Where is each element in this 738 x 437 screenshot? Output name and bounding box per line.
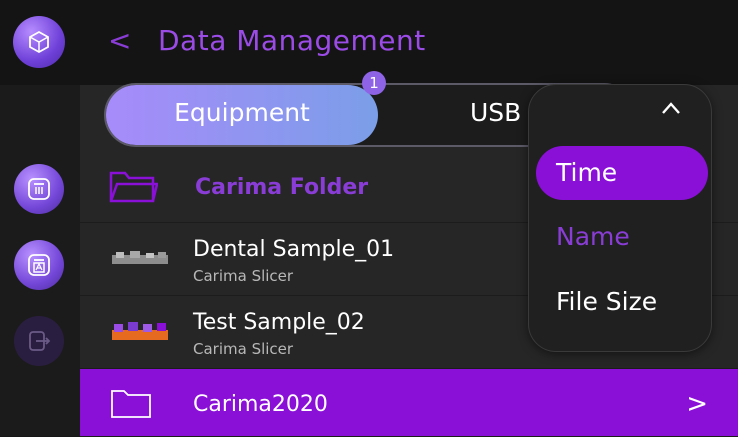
tab-usb[interactable]: USB <box>470 98 521 127</box>
trash-icon <box>28 178 50 200</box>
file-name: Carima Folder <box>195 175 369 200</box>
folder-icon <box>111 390 151 418</box>
file-source: Carima Slicer <box>193 340 294 358</box>
tab-equipment-label: Equipment <box>174 98 310 127</box>
chevron-up-icon[interactable] <box>660 100 682 116</box>
delete-button[interactable] <box>14 164 64 214</box>
sort-option-time[interactable]: Time <box>536 146 708 200</box>
sort-option-file-size[interactable]: File Size <box>536 275 708 329</box>
list-item[interactable]: Carima2020 > <box>80 369 738 437</box>
delete-all-button[interactable] <box>14 240 64 290</box>
chevron-left-icon[interactable]: < <box>108 24 131 57</box>
folder-icon <box>109 171 158 203</box>
file-source: Carima Slicer <box>193 267 294 285</box>
file-thumbnail <box>112 322 168 340</box>
export-button[interactable] <box>14 316 64 366</box>
trash-all-icon <box>28 254 50 276</box>
page-title: Data Management <box>158 24 426 57</box>
file-name: Dental Sample_01 <box>193 237 395 262</box>
file-name: Carima2020 <box>193 392 328 417</box>
notification-badge: 1 <box>362 71 386 95</box>
export-icon <box>29 331 51 351</box>
chevron-right-icon[interactable]: > <box>686 389 708 419</box>
file-name: Test Sample_02 <box>193 310 365 335</box>
app-logo-icon[interactable] <box>13 16 65 68</box>
file-thumbnail <box>112 251 168 264</box>
sort-option-name[interactable]: Name <box>536 210 708 264</box>
